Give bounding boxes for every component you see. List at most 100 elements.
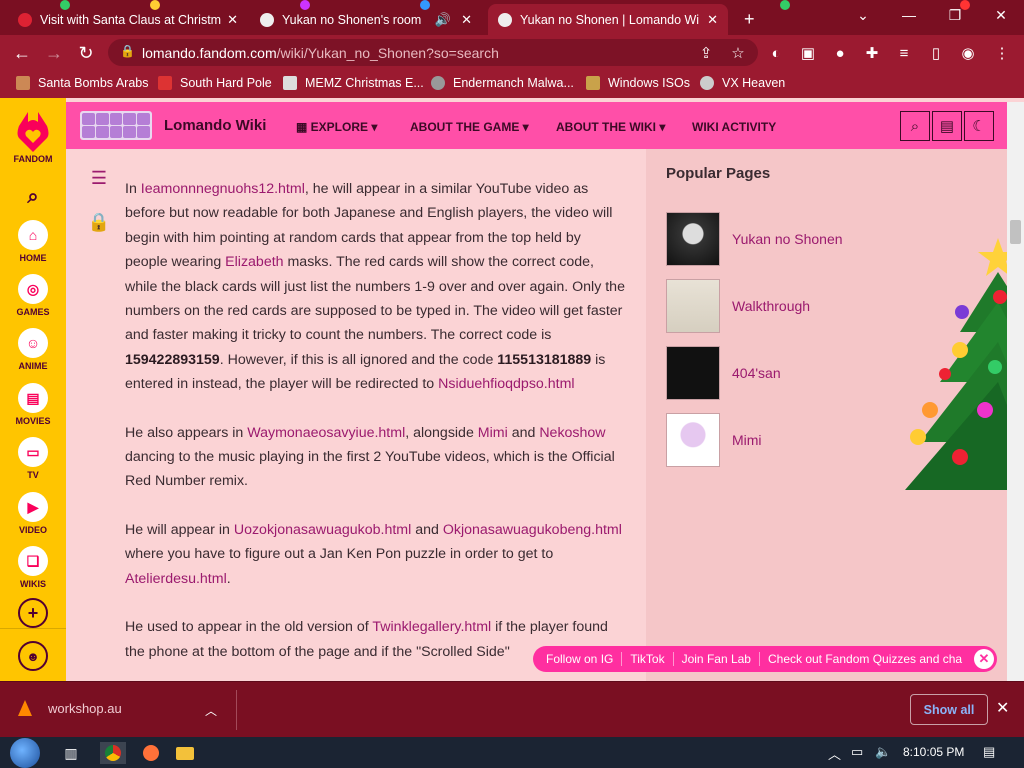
minimize-icon[interactable]: — [886,0,932,30]
firefox-icon[interactable] [140,742,162,764]
audio-icon[interactable]: 🔊 [435,12,451,28]
volume-icon[interactable]: 🔈 [875,744,891,760]
wiki-title[interactable]: Lomando Wiki [164,117,266,134]
article-link[interactable]: Waymonaeosavyiue.html [247,425,405,441]
nav-wikis[interactable]: ❑ WIKIS [0,546,66,589]
bookmark-item[interactable]: Santa Bombs Arabs [16,76,148,90]
nav-about-the-game[interactable]: ABOUT THE GAME ▾ [410,120,529,134]
vlc-cone-icon [18,700,32,716]
notifications-icon[interactable]: ▤ [983,744,995,760]
bookmark-item[interactable]: MEMZ Christmas E... [283,76,424,90]
nav-anime[interactable]: ☺ ANIME [0,328,66,371]
lock-icon[interactable]: 🔒 [84,207,114,237]
tray-chevron-icon[interactable]: ︿ [828,744,841,763]
clock[interactable]: 8:10:05 PM [903,745,964,759]
tab-yukan-room[interactable]: Yukan no Shonen's room 🔊 ✕ [250,4,482,35]
nav-label: HOME [19,253,47,263]
search-icon[interactable]: ⌕ [0,186,66,209]
search-button[interactable]: ⌕ [900,111,930,141]
new-tab-button[interactable]: + [734,4,762,35]
bookmark-item[interactable]: Endermanch Malwa... [431,76,574,90]
tab-search-icon[interactable]: ⌄ [840,0,886,30]
create-wiki-button[interactable]: + [0,598,66,631]
quizzes-link[interactable]: Check out Fandom Quizzes and cha [760,652,968,666]
media-icon[interactable]: ≡ [894,43,914,63]
close-window-icon[interactable]: ✕ [978,0,1024,30]
article-link[interactable]: Elizabeth [225,254,283,270]
fandom-global-nav: FANDOM ⌕ ⌂ HOME ◎ GAMES ☺ ANIME ▤ MOVIES ▭ TV… [0,98,66,681]
article-link[interactable]: Nekoshow [539,425,605,441]
theme-toggle-button[interactable]: ☾ [964,111,994,141]
article-link[interactable]: Atelierdesu.html [125,571,227,587]
nav-about-the-wiki[interactable]: ABOUT THE WIKI ▾ [556,120,665,134]
tab-title: Yukan no Shonen | Lomando Wi [520,12,700,27]
article-link[interactable]: Mimi [478,425,508,441]
popular-page-link[interactable]: 404'san [732,365,781,381]
nav-label: GAMES [16,307,50,317]
nav-games[interactable]: ◎ GAMES [0,274,66,317]
extension-icon[interactable]: ◐ [766,43,786,63]
back-icon[interactable]: ← [10,41,34,65]
article-link[interactable]: Ieamonnnegnuohs12.html [141,181,305,197]
scrollbar-thumb[interactable] [1010,220,1021,244]
follow-ig-link[interactable]: Follow on IG [546,652,623,666]
article-link[interactable]: Okjonasawuagukobeng.html [443,522,622,538]
social-links-bar: Follow on IG TikTok Join Fan Lab Check o… [533,646,997,672]
wiki-logo[interactable] [80,111,152,140]
network-icon[interactable]: ▭ [851,744,863,760]
show-all-button[interactable]: Show all [910,694,988,725]
side-panel-icon[interactable]: ▯ [926,43,946,63]
bookmark-star-icon[interactable]: ☆ [728,43,748,63]
close-icon[interactable]: ✕ [974,649,994,669]
download-item[interactable]: workshop.au [18,700,122,716]
fandom-logo[interactable]: FANDOM [0,110,66,164]
article-link[interactable]: Twinklegallery.html [372,619,491,635]
address-bar[interactable]: 🔒 lomando.fandom.com/wiki/Yukan_no_Shone… [108,39,758,66]
nav-wiki-activity[interactable]: WIKI ACTIVITY [692,120,776,134]
tiktok-link[interactable]: TikTok [622,652,674,666]
menu-icon[interactable]: ⋮ [992,43,1012,63]
bookmarks-bar: Santa Bombs Arabs South Hard Pole MEMZ C… [0,70,1024,98]
extension-icon[interactable]: ▣ [798,43,818,63]
close-tab-icon[interactable]: ✕ [461,12,472,28]
chrome-icon[interactable] [100,742,126,764]
popular-page-link[interactable]: Walkthrough [732,298,810,314]
paragraph: He also appears in Waymonaeosavyiue.html… [125,424,615,490]
user-account-button[interactable]: ☻ [0,641,66,674]
fan-lab-link[interactable]: Join Fan Lab [674,652,760,666]
file-explorer-icon[interactable] [174,742,196,764]
nav-label: EXPLORE [310,120,369,134]
bookmark-item[interactable]: Windows ISOs [586,76,690,90]
puzzle-icon[interactable]: ✚ [862,43,882,63]
windows-taskbar: ▥ ︿ ▭ 🔈 8:10:05 PM ▤ [0,737,1024,768]
share-icon[interactable]: ⇪ [696,43,716,63]
bookmark-item[interactable]: VX Heaven [700,76,785,90]
close-icon[interactable]: ✕ [996,698,1009,718]
close-tab-icon[interactable]: ✕ [707,12,718,28]
start-button[interactable] [10,738,40,768]
nav-explore[interactable]: ▦ EXPLORE ▾ [296,120,377,134]
profile-icon[interactable]: ◉ [958,43,978,63]
bookmark-item[interactable]: South Hard Pole [158,76,272,90]
forward-icon[interactable]: → [42,41,66,65]
table-of-contents-icon[interactable]: ☰ [84,163,114,193]
discussions-button[interactable]: ▤ [932,111,962,141]
chevron-up-icon[interactable]: ︿ [205,702,217,719]
article-link[interactable]: Uozokjonasawuagukob.html [234,522,411,538]
restore-icon[interactable]: ❐ [932,0,978,30]
extension-icon[interactable]: ● [830,43,850,63]
divider [0,628,66,629]
nav-movies[interactable]: ▤ MOVIES [0,383,66,426]
task-view-icon[interactable]: ▥ [60,742,82,764]
nav-tv[interactable]: ▭ TV [0,437,66,480]
page-scrollbar[interactable] [1007,102,1024,681]
tab-santa[interactable]: Visit with Santa Claus at Christma ✕ [8,4,248,35]
nav-video[interactable]: ▶ VIDEO [0,492,66,535]
reload-icon[interactable]: ↻ [74,41,98,65]
popular-page-link[interactable]: Mimi [732,432,762,448]
article-link[interactable]: Nsiduehfioqdpso.html [438,376,574,392]
popular-page-link[interactable]: Yukan no Shonen [732,231,843,247]
tab-lomando-wiki[interactable]: Yukan no Shonen | Lomando Wi ✕ [488,4,728,35]
close-tab-icon[interactable]: ✕ [227,12,238,28]
nav-home[interactable]: ⌂ HOME [0,220,66,263]
